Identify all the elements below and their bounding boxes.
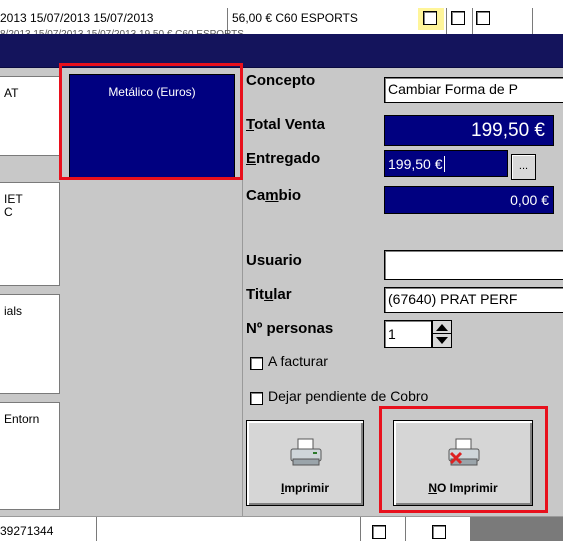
imprimir-label: Imprimir [280,481,330,495]
payment-method-label: IET C [4,192,23,219]
metalico-euros-label: Metálico (Euros) [108,85,196,99]
concepto-field[interactable]: Cambiar Forma de P [384,77,563,103]
no-imprimir-label: NO Imprimir [428,481,498,495]
personas-label: Nº personas [246,320,334,337]
grid-checkbox[interactable] [372,525,386,539]
cambio-value: 0,00 € [384,186,554,214]
usuario-label: Usuario [246,252,302,269]
metalico-euros-button[interactable]: Metálico (Euros) [69,74,235,180]
stepper-down-icon[interactable] [433,334,451,347]
titular-label: Titular [246,286,292,303]
payment-method-button[interactable]: AT [0,76,60,156]
total-venta-label: Total Venta [246,116,325,133]
facturar-label: A facturar [268,353,328,369]
titular-field[interactable]: (67640) PRAT PERF [384,287,563,313]
personas-stepper[interactable] [432,320,452,348]
grid-top-row: 2013 15/07/2013 15/07/2013 56,00 € C60 E… [0,0,563,34]
grid-amount-cell: 56,00 € C60 ESPORTS [232,11,358,25]
no-printer-icon [448,438,480,466]
total-venta-value: 199,50 € [384,115,554,146]
grid-date-cell: 2013 15/07/2013 15/07/2013 [0,11,154,25]
payment-method-label: Entorn [4,412,40,426]
cambio-label: Cambio [246,187,302,204]
dialog-title-bar [0,34,563,68]
grid-checkbox[interactable] [423,11,437,25]
pendiente-checkbox[interactable] [250,392,263,405]
stepper-up-icon[interactable] [433,321,451,334]
facturar-checkbox[interactable] [250,357,263,370]
payment-method-label: ials [4,304,23,318]
grid-separator [360,517,361,541]
printer-icon [290,438,322,466]
usuario-field[interactable] [384,250,563,280]
personas-field[interactable]: 1 [384,320,432,348]
grid-separator [96,517,97,541]
payment-method-label: AT [4,86,19,100]
entregado-more-button[interactable]: ... [511,154,536,180]
payment-form: Concepto Cambiar Forma de P Total Venta … [243,68,563,516]
entregado-label: Entregado [246,150,321,167]
no-imprimir-button[interactable]: NO Imprimir [393,420,533,506]
payment-method-list: AT IET C ials Entorn [0,68,63,516]
pendiente-label: Dejar pendiente de Cobro [268,388,429,404]
grid-gray-cell [470,517,563,541]
imprimir-button[interactable]: Imprimir [246,420,364,506]
payment-method-button[interactable]: ials [0,294,60,394]
grid-separator [405,517,406,541]
concepto-label: Concepto [246,72,316,89]
entregado-field[interactable]: 199,50 € [384,150,508,177]
grid-checkbox[interactable] [451,11,465,25]
payment-method-button[interactable]: Entorn [0,402,60,510]
grid-checkbox[interactable] [432,525,446,539]
payment-method-button[interactable]: IET C [0,182,60,286]
selected-method-panel: Metálico (Euros) [63,68,243,516]
grid-bottom-cell: 39271344 [0,524,54,538]
grid-checkbox[interactable] [476,11,490,25]
grid-bottom-row: 39271344 [0,516,563,541]
